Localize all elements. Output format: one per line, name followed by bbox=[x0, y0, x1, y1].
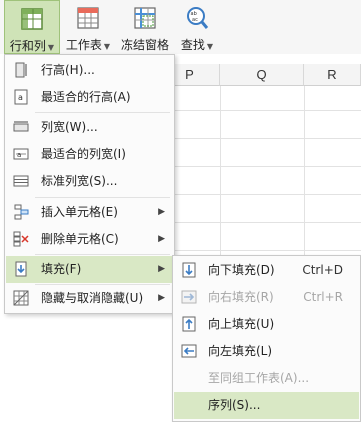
menu-item-label: 最适合的列宽(I) bbox=[41, 147, 126, 161]
standard-width-icon bbox=[13, 175, 29, 187]
submenu-item-label: 向右填充(R) bbox=[208, 290, 274, 304]
column-width-icon bbox=[13, 121, 29, 132]
menu-item-autofit-column-width[interactable]: a 最适合的列宽(I) bbox=[6, 141, 173, 168]
grid-line bbox=[175, 110, 361, 111]
submenu-item-label: 至同组工作表(A)... bbox=[208, 371, 310, 385]
fill-right-icon bbox=[181, 290, 197, 304]
rows-columns-button[interactable]: 行和列 ▼ bbox=[4, 0, 60, 54]
find-label: 查找 bbox=[180, 38, 205, 52]
column-header-label: R bbox=[327, 67, 337, 82]
menu-item-label: 最适合的行高(A) bbox=[41, 90, 131, 104]
grid-line bbox=[175, 222, 361, 223]
freeze-panes-button[interactable]: 冻结窗格 bbox=[116, 0, 174, 54]
chevron-right-icon: ▶ bbox=[158, 293, 165, 303]
menu-item-fill[interactable]: 填充(F) ▶ bbox=[6, 256, 173, 283]
fill-left-icon bbox=[181, 344, 197, 358]
grid-line bbox=[175, 194, 361, 195]
insert-cells-icon bbox=[14, 204, 29, 220]
svg-text:a: a bbox=[17, 151, 21, 159]
menu-item-label: 删除单元格(C) bbox=[41, 232, 119, 246]
worksheet-button[interactable]: 工作表 ▼ bbox=[62, 0, 114, 54]
menu-separator bbox=[35, 254, 170, 255]
submenu-item-label: 向左填充(L) bbox=[208, 344, 273, 358]
chevron-right-icon: ▶ bbox=[158, 234, 165, 244]
delete-cells-icon bbox=[13, 231, 29, 247]
shortcut-text: Ctrl+R bbox=[303, 290, 343, 304]
menu-item-column-width[interactable]: 列宽(W)... bbox=[6, 114, 173, 141]
autofit-row-height-icon: a bbox=[14, 89, 28, 105]
chevron-right-icon: ▶ bbox=[158, 264, 165, 274]
menu-item-hide-unhide[interactable]: 隐藏与取消隐藏(U) ▶ bbox=[6, 285, 173, 312]
submenu-item-series[interactable]: 序列(S)... bbox=[174, 392, 359, 419]
menu-item-label: 标准列宽(S)... bbox=[41, 174, 118, 188]
worksheet-icon bbox=[77, 7, 99, 29]
submenu-item-fill-across-worksheets[interactable]: 至同组工作表(A)... bbox=[174, 365, 359, 392]
menu-separator bbox=[35, 112, 170, 113]
chevron-right-icon: ▶ bbox=[158, 207, 165, 217]
freeze-panes-label: 冻结窗格 bbox=[120, 38, 169, 52]
column-header-q[interactable]: Q bbox=[220, 64, 304, 86]
column-header-label: P bbox=[185, 67, 194, 82]
fill-down-icon bbox=[182, 262, 196, 278]
grid-line bbox=[175, 138, 361, 139]
menu-separator bbox=[35, 197, 170, 198]
ribbon-toolbar: 行和列 ▼ 工作表 ▼ 冻结窗格 ab ac 查找 ▼ bbox=[0, 0, 361, 55]
submenu-item-label: 向下填充(D) bbox=[208, 263, 275, 277]
worksheet-label: 工作表 bbox=[65, 38, 102, 52]
freeze-panes-icon bbox=[134, 7, 156, 29]
svg-text:a: a bbox=[18, 93, 23, 102]
submenu-item-fill-left[interactable]: 向左填充(L) bbox=[174, 338, 359, 365]
find-button[interactable]: ab ac 查找 ▼ bbox=[176, 0, 218, 54]
rows-columns-menu: 行高(H)... a 最适合的行高(A) 列宽(W)... a 最适合的列宽(I… bbox=[4, 54, 175, 314]
chevron-down-icon: ▼ bbox=[103, 42, 111, 51]
menu-item-row-height[interactable]: 行高(H)... bbox=[6, 57, 173, 84]
column-header-r[interactable]: R bbox=[304, 64, 361, 86]
menu-item-autofit-row-height[interactable]: a 最适合的行高(A) bbox=[6, 84, 173, 111]
find-icon: ab ac bbox=[187, 7, 209, 29]
submenu-item-fill-up[interactable]: 向上填充(U) bbox=[174, 311, 359, 338]
hide-unhide-icon bbox=[13, 290, 29, 306]
menu-item-label: 列宽(W)... bbox=[41, 120, 98, 134]
autofit-column-width-icon: a bbox=[13, 148, 29, 160]
menu-item-label: 行高(H)... bbox=[41, 63, 95, 77]
menu-item-delete-cells[interactable]: 删除单元格(C) ▶ bbox=[6, 226, 173, 253]
fill-icon bbox=[15, 261, 27, 277]
column-header-label: Q bbox=[256, 67, 267, 82]
rows-columns-label: 行和列 bbox=[9, 39, 46, 53]
fill-submenu: 向下填充(D) Ctrl+D 向右填充(R) Ctrl+R 向上填充(U) 向左… bbox=[172, 255, 361, 422]
fill-up-icon bbox=[182, 316, 196, 332]
menu-item-insert-cells[interactable]: 插入单元格(E) ▶ bbox=[6, 199, 173, 226]
submenu-item-label: 向上填充(U) bbox=[208, 317, 275, 331]
menu-item-label: 插入单元格(E) bbox=[41, 205, 118, 219]
submenu-item-fill-down[interactable]: 向下填充(D) Ctrl+D bbox=[174, 257, 359, 284]
shortcut-text: Ctrl+D bbox=[302, 263, 343, 277]
grid-line bbox=[175, 166, 361, 167]
rows-columns-icon bbox=[21, 8, 43, 30]
chevron-down-icon: ▼ bbox=[47, 43, 55, 52]
menu-item-standard-width[interactable]: 标准列宽(S)... bbox=[6, 168, 173, 195]
submenu-item-fill-right[interactable]: 向右填充(R) Ctrl+R bbox=[174, 284, 359, 311]
chevron-down-icon: ▼ bbox=[206, 42, 214, 51]
menu-item-label: 隐藏与取消隐藏(U) bbox=[41, 291, 144, 305]
row-height-icon bbox=[15, 62, 27, 78]
submenu-item-label: 序列(S)... bbox=[208, 398, 261, 412]
svg-text:ac: ac bbox=[192, 17, 198, 23]
grid-line bbox=[175, 250, 361, 251]
menu-item-label: 填充(F) bbox=[41, 262, 82, 276]
